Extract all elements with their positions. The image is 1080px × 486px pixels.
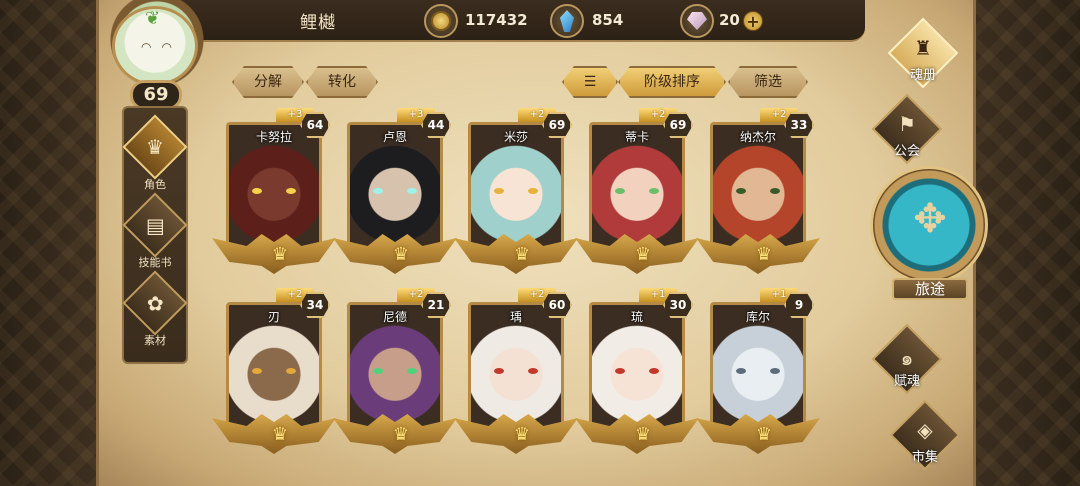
pink-gem-amount: 20 — [719, 11, 740, 29]
add-gem-button[interactable]: + — [743, 11, 763, 31]
hero-card[interactable]: 卡努拉 +3 64 ♛ — [212, 108, 336, 280]
hero-eyes — [373, 188, 417, 198]
compass-icon: ✥ — [913, 196, 947, 242]
blue-crystal-icon — [550, 4, 584, 38]
hero-eyes — [615, 188, 659, 198]
list-sort-icon: ☰ — [583, 74, 597, 90]
gold-coin-amount: 117432 — [465, 11, 528, 29]
crown-icon: ♛ — [755, 244, 773, 265]
hero-card[interactable]: 尼德 +2 21 ♛ — [333, 288, 457, 460]
player-name: 鲤樾 — [300, 13, 336, 33]
sprout-icon: ❦ — [145, 8, 161, 29]
hero-eyes — [494, 368, 538, 378]
crown-icon: ♛ — [513, 424, 531, 445]
hero-card[interactable]: 米莎 +2 69 ♛ — [454, 108, 578, 280]
nav-item-characters[interactable]: ♛ 角色 — [122, 114, 188, 194]
market-gem-icon: ◈ — [917, 418, 933, 442]
blue-crystal-amount: 854 — [592, 11, 624, 29]
hero-card[interactable]: 纳杰尔 +2 33 ♛ — [696, 108, 820, 280]
left-frame — [0, 0, 100, 486]
material-icon: ✿ — [122, 270, 188, 336]
left-category-nav: ♛ 角色 ▤ 技能书 ✿ 素材 — [122, 106, 188, 364]
hero-card[interactable]: 库尔 +1 9 ♛ — [696, 288, 820, 460]
hero-eyes — [252, 368, 296, 378]
filter-button[interactable]: 筛选 — [728, 66, 808, 98]
market-label: 市集 — [911, 450, 938, 465]
crown-icon: ♛ — [513, 244, 531, 265]
hero-eyes — [736, 188, 780, 198]
journey-button[interactable]: ✥ 旅途 — [866, 160, 990, 300]
soul-book-label: 魂册 — [909, 68, 936, 83]
gold-coin-icon — [424, 4, 458, 38]
guild-icon: ⚑ — [898, 112, 916, 136]
hero-eyes — [615, 368, 659, 378]
crown-icon: ♛ — [392, 244, 410, 265]
nav-soul-book[interactable]: ♜ 魂册 — [874, 17, 970, 92]
hero-card[interactable]: 瑀 +2 60 ♛ — [454, 288, 578, 460]
hero-eyes — [252, 188, 296, 198]
nav-market[interactable]: ◈ 市集 — [876, 399, 972, 474]
hero-card[interactable]: 刃 +2 34 ♛ — [212, 288, 336, 460]
crown-icon: ♛ — [392, 424, 410, 445]
hero-eyes — [373, 368, 417, 378]
crown-icon: ♛ — [634, 424, 652, 445]
avatar-face-icon: ◠◠ — [141, 40, 182, 54]
soul-book-icon: ♜ — [914, 36, 932, 60]
crown-icon: ♛ — [271, 244, 289, 265]
convert-button[interactable]: 转化 — [306, 66, 378, 98]
talent-label: 赋魂 — [893, 374, 920, 389]
hero-eyes — [736, 368, 780, 378]
hero-card[interactable]: 蒂卡 +2 69 ♛ — [575, 108, 699, 280]
crown-icon: ♛ — [271, 424, 289, 445]
nav-talent[interactable]: ๑ 赋魂 — [858, 323, 954, 398]
helmet-icon: ♛ — [122, 114, 188, 180]
nav-guild[interactable]: ⚑ 公会 — [858, 93, 954, 168]
book-icon: ▤ — [122, 192, 188, 258]
journey-label: 旅途 — [892, 278, 968, 300]
sort-order-button[interactable]: ☰ — [562, 66, 618, 98]
pink-gem-icon — [680, 4, 714, 38]
guild-label: 公会 — [893, 144, 920, 159]
nav-item-materials[interactable]: ✿ 素材 — [122, 270, 188, 350]
crown-icon: ♛ — [634, 244, 652, 265]
hero-card[interactable]: 卢恩 +3 44 ♛ — [333, 108, 457, 280]
decompose-button[interactable]: 分解 — [232, 66, 304, 98]
crown-icon: ♛ — [755, 424, 773, 445]
hero-card[interactable]: 琉 +1 30 ♛ — [575, 288, 699, 460]
rank-sort-button[interactable]: 阶级排序 — [618, 66, 726, 98]
nav-item-skill-books[interactable]: ▤ 技能书 — [122, 192, 188, 272]
hero-eyes — [494, 188, 538, 198]
